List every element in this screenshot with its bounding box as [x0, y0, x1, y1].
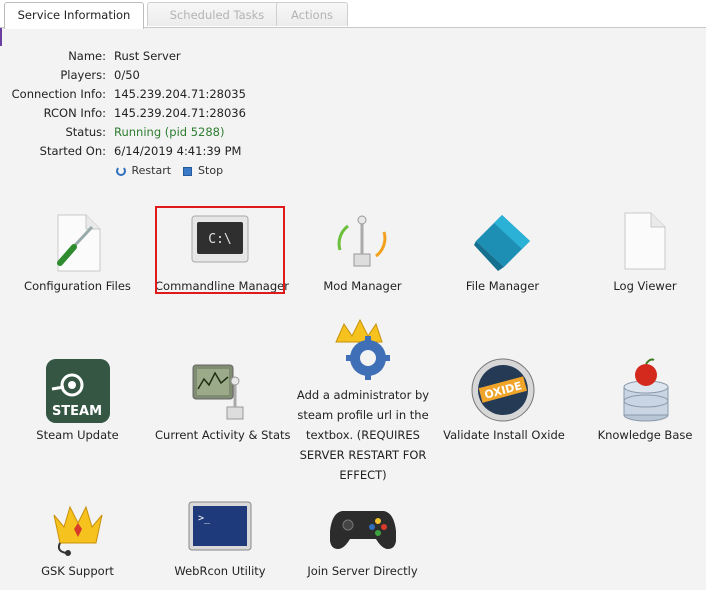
- restart-link[interactable]: Restart: [132, 163, 172, 179]
- stop-icon[interactable]: [182, 166, 192, 176]
- service-actions: Restart Stop: [116, 163, 223, 179]
- webrcon-utility-label: WebRcon Utility: [174, 564, 266, 578]
- name-value: Rust Server: [114, 49, 181, 63]
- stop-link[interactable]: Stop: [198, 163, 223, 179]
- svg-text:>_: >_: [198, 513, 211, 524]
- gsk-support-label: GSK Support: [41, 564, 114, 578]
- tool-log-viewer[interactable]: Log Viewer: [585, 205, 705, 300]
- info-row-rcon: RCON Info: 145.239.204.71:28036: [0, 104, 706, 123]
- steam-logo-text: STEAM: [52, 404, 102, 419]
- gamepad-icon: [329, 503, 397, 554]
- players-label: Players:: [60, 68, 106, 82]
- console-window-icon: >_: [188, 501, 252, 554]
- started-label: Started On:: [39, 144, 106, 158]
- players-value: 0/50: [114, 68, 140, 82]
- tool-gsk-support[interactable]: GSK Support: [15, 495, 140, 585]
- info-row-players: Players: 0/50: [0, 66, 706, 85]
- info-row-status: Status: Running (pid 5288): [0, 123, 706, 142]
- tab-actions[interactable]: Actions: [276, 2, 348, 26]
- started-value: 6/14/2019 4:41:39 PM: [114, 144, 242, 158]
- crown-gear-icon: [330, 318, 394, 385]
- rcon-label: RCON Info:: [43, 106, 106, 120]
- tool-join-server[interactable]: Join Server Directly: [300, 495, 425, 585]
- join-server-label: Join Server Directly: [307, 564, 418, 578]
- current-activity-label: Current Activity & Stats: [155, 428, 291, 442]
- crown-headset-icon: [46, 499, 110, 562]
- config-file-icon: [50, 213, 106, 276]
- tool-validate-oxide[interactable]: OXIDE Validate Install Oxide: [440, 355, 568, 450]
- tab-scheduled-tasks[interactable]: Scheduled Tasks: [147, 2, 287, 26]
- validate-oxide-label: Validate Install Oxide: [443, 428, 565, 442]
- tool-mod-manager[interactable]: Mod Manager: [300, 205, 425, 300]
- joystick-arrows-icon: [330, 210, 394, 275]
- panel-edge-marker: [0, 28, 2, 46]
- name-label: Name:: [68, 49, 106, 63]
- info-row-name: Name: Rust Server: [0, 47, 706, 66]
- tab-service-information[interactable]: Service Information: [4, 2, 144, 29]
- rcon-value: 145.239.204.71:28036: [114, 106, 246, 120]
- tool-webrcon-utility[interactable]: >_ WebRcon Utility: [155, 495, 285, 585]
- info-row-started: Started On: 6/14/2019 4:41:39 PM: [0, 142, 706, 161]
- steam-icon: STEAM: [46, 359, 110, 426]
- tool-configuration-files[interactable]: Configuration Files: [15, 205, 140, 300]
- admin-text-line-4: SERVER RESTART FOR: [299, 448, 427, 462]
- tool-add-administrator[interactable]: Add a administrator by steam profile url…: [296, 318, 430, 488]
- tool-steam-update[interactable]: STEAM Steam Update: [15, 355, 140, 450]
- file-manager-label: File Manager: [465, 279, 540, 293]
- tab-bar: Service Information Scheduled Tasks Acti…: [0, 0, 706, 29]
- restart-icon[interactable]: [116, 166, 126, 176]
- knowledge-base-label: Knowledge Base: [597, 428, 693, 442]
- log-viewer-label: Log Viewer: [613, 279, 677, 293]
- admin-text-line-1: Add a administrator by: [296, 388, 430, 402]
- folder-icon: [472, 211, 534, 276]
- tool-file-manager[interactable]: File Manager: [440, 205, 565, 300]
- status-value: Running (pid 5288): [114, 125, 225, 139]
- tool-knowledge-base[interactable]: Knowledge Base: [585, 355, 705, 450]
- admin-text-line-3: textbox. (REQUIRES: [306, 428, 420, 442]
- database-apple-icon: [619, 357, 673, 426]
- selection-highlight: [155, 206, 285, 294]
- steam-update-label: Steam Update: [36, 428, 119, 442]
- admin-text-line-2: steam profile url in the: [297, 408, 429, 422]
- status-label: Status:: [65, 125, 106, 139]
- mod-manager-label: Mod Manager: [323, 279, 402, 293]
- tool-current-activity[interactable]: Current Activity & Stats: [155, 355, 291, 450]
- activity-monitor-icon: [191, 361, 251, 426]
- log-file-icon: [619, 211, 669, 274]
- oxide-badge-icon: OXIDE: [470, 357, 536, 426]
- admin-text-line-5: EFFECT): [339, 468, 387, 482]
- config-files-label: Configuration Files: [24, 279, 131, 293]
- info-row-connection: Connection Info: 145.239.204.71:28035: [0, 85, 706, 104]
- connection-label: Connection Info:: [11, 87, 106, 101]
- connection-value: 145.239.204.71:28035: [114, 87, 246, 101]
